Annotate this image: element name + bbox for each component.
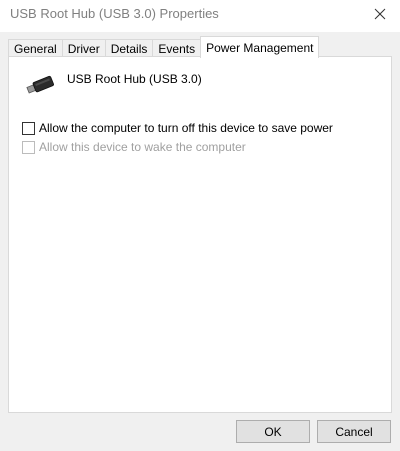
- device-name: USB Root Hub (USB 3.0): [67, 72, 202, 86]
- allow-wake-checkbox: [22, 140, 35, 154]
- allow-power-off-label: Allow the computer to turn off this devi…: [39, 121, 333, 135]
- allow-wake-label: Allow this device to wake the computer: [39, 140, 246, 154]
- tab-strip: General Driver Details Events Power Mana…: [8, 36, 320, 58]
- allow-wake-option: Allow this device to wake the computer: [22, 140, 246, 154]
- tab-driver[interactable]: Driver: [61, 39, 106, 57]
- allow-power-off-checkbox[interactable]: [22, 121, 35, 135]
- tab-general[interactable]: General: [8, 39, 63, 57]
- properties-dialog: USB Root Hub (USB 3.0) Properties Genera…: [0, 0, 400, 451]
- close-button[interactable]: [366, 2, 394, 26]
- tab-power-management[interactable]: Power Management: [200, 36, 320, 58]
- window-title: USB Root Hub (USB 3.0) Properties: [10, 6, 219, 21]
- ok-button[interactable]: OK: [236, 420, 310, 443]
- cancel-button[interactable]: Cancel: [317, 420, 391, 443]
- power-management-panel: USB Root Hub (USB 3.0) Allow the compute…: [8, 56, 392, 413]
- close-icon: [374, 8, 386, 20]
- tab-details[interactable]: Details: [104, 39, 154, 57]
- allow-power-off-option[interactable]: Allow the computer to turn off this devi…: [22, 121, 333, 135]
- usb-plug-icon: [26, 75, 54, 94]
- tab-events[interactable]: Events: [152, 39, 202, 57]
- title-bar: USB Root Hub (USB 3.0) Properties: [0, 0, 400, 32]
